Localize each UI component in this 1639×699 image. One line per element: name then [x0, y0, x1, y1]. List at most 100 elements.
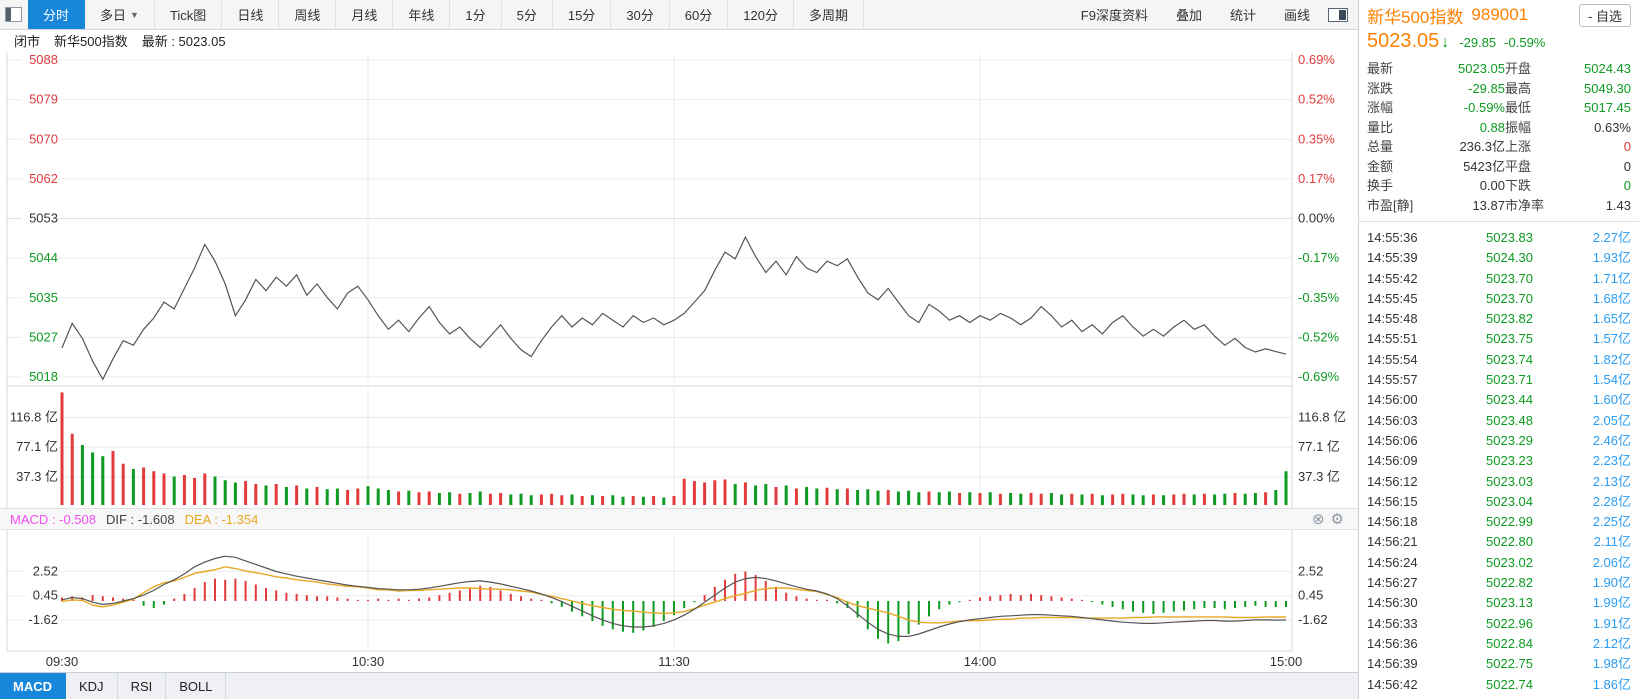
tick-time: 14:56:03 [1367, 412, 1418, 428]
tick-time: 14:55:57 [1367, 372, 1418, 388]
tick-row: 14:55:42 5023.70 1.71亿 [1367, 269, 1631, 289]
quote-field-value: 0 [1623, 178, 1631, 193]
tick-price: 5023.82 [1486, 311, 1533, 327]
svg-text:5044: 5044 [29, 250, 58, 265]
tick-volume: 2.28亿 [1592, 493, 1631, 509]
quote-field-label: 市净率 [1505, 197, 1545, 213]
period-tab-4[interactable]: 日线 [222, 0, 280, 29]
tick-price: 5023.70 [1486, 290, 1533, 306]
tick-time: 14:56:36 [1367, 635, 1418, 651]
tick-time: 14:55:36 [1367, 230, 1418, 245]
timeshare-chart[interactable]: 5088 0.69% 5079 0.52% 5070 0.35% 5062 0.17% 5053… [0, 50, 1358, 652]
toolbar-action-2[interactable]: 叠加 [1162, 0, 1216, 29]
svg-text:-0.35%: -0.35% [1298, 290, 1340, 305]
tick-price: 5023.29 [1486, 432, 1533, 448]
tick-volume: 2.11亿 [1593, 534, 1631, 550]
period-tab-14[interactable]: 多周期 [794, 0, 864, 29]
tick-time: 14:56:21 [1367, 534, 1418, 550]
period-tab-13[interactable]: 120分 [728, 0, 794, 29]
time-axis: 09:30 10:30 11:30 14:00 15:00 [0, 652, 1358, 672]
tick-time: 14:56:12 [1367, 473, 1418, 489]
tick-row: 14:56:03 5023.48 2.05亿 [1367, 411, 1631, 431]
quote-field-value: 5023.05 [1458, 61, 1505, 76]
svg-text:-0.69%: -0.69% [1298, 369, 1340, 384]
indicator-tab-boll[interactable]: BOLL [166, 673, 227, 699]
period-tab-7[interactable]: 年线 [393, 0, 451, 29]
tick-price: 5022.84 [1486, 635, 1533, 651]
svg-text:0.69%: 0.69% [1298, 52, 1335, 67]
svg-text:37.3 亿: 37.3 亿 [16, 469, 58, 484]
tick-price: 5022.82 [1486, 575, 1533, 591]
dif-value-label: DIF : -1.608 [105, 511, 175, 527]
svg-text:5070: 5070 [29, 131, 58, 146]
tick-volume: 2.13亿 [1592, 473, 1631, 489]
tick-row: 14:55:48 5023.82 1.65亿 [1367, 309, 1631, 329]
tick-price: 5023.02 [1486, 554, 1533, 570]
watchlist-remove-button[interactable]: - 自选 [1579, 3, 1631, 27]
quote-field-label: 下跌 [1505, 178, 1532, 193]
tick-price: 5023.04 [1486, 493, 1533, 509]
period-tab-1[interactable]: 分时 [28, 0, 86, 29]
period-tab-10[interactable]: 15分 [553, 0, 612, 29]
tick-time: 14:55:42 [1367, 270, 1418, 286]
period-tab-6[interactable]: 月线 [336, 0, 394, 29]
time-label: 15:00 [1269, 654, 1303, 669]
status-latest-price: 最新 : 5023.05 [141, 33, 226, 49]
tick-price: 5023.83 [1486, 230, 1533, 245]
tick-price: 5023.03 [1486, 473, 1533, 489]
tick-volume: 2.46亿 [1592, 432, 1631, 448]
close-indicator-icon[interactable]: ⊗ [1312, 511, 1325, 528]
toolbar-action-1[interactable]: F9深度资料 [1067, 0, 1162, 29]
layout-toggle-icon[interactable] [5, 7, 22, 22]
indicator-tab-rsi[interactable]: RSI [118, 673, 167, 699]
quote-field-value: 5049.30 [1584, 80, 1631, 96]
tick-volume: 1.60亿 [1592, 392, 1631, 408]
tick-time: 14:56:00 [1367, 392, 1418, 408]
chart-column: 分时 多日 ▼ Tick图 日线 周线 月线 年线 1分 5分 15分 30分 60分 120分 多周期 F… [0, 0, 1358, 699]
quote-field-value: 236.3亿 [1459, 139, 1505, 154]
period-tab-8[interactable]: 1分 [450, 0, 502, 29]
tick-row: 14:56:36 5022.84 2.12亿 [1367, 634, 1631, 654]
tick-volume: 2.12亿 [1592, 635, 1631, 651]
tick-list[interactable]: 14:55:36 5023.83 2.27亿 14:55:39 5024.30 1.93亿… [1359, 221, 1639, 699]
indicator-settings-icon[interactable]: ⚙ [1331, 511, 1344, 528]
tick-row: 14:56:18 5022.99 2.25亿 [1367, 512, 1631, 532]
tick-time: 14:55:45 [1367, 290, 1418, 306]
tick-volume: 1.93亿 [1592, 250, 1631, 266]
tick-price: 5022.80 [1486, 534, 1533, 550]
quote-field-label: 总量 [1367, 139, 1394, 154]
tick-volume: 1.65亿 [1592, 311, 1631, 327]
chart-area[interactable]: 5088 0.69% 5079 0.52% 5070 0.35% 5062 0.17% 5053… [0, 50, 1358, 672]
period-tab-9[interactable]: 5分 [502, 0, 553, 29]
tick-row: 14:55:57 5023.71 1.54亿 [1367, 370, 1631, 390]
tick-price: 5023.74 [1486, 351, 1533, 367]
trading-app: 分时 多日 ▼ Tick图 日线 周线 月线 年线 1分 5分 15分 30分 60分 120分 多周期 F… [0, 0, 1639, 699]
quote-field-label: 开盘 [1505, 61, 1532, 76]
period-tab-5[interactable]: 周线 [279, 0, 337, 29]
period-tab-2[interactable]: 多日 ▼ [85, 0, 155, 29]
tick-price: 5023.23 [1486, 453, 1533, 469]
market-status: 闭市 [14, 33, 41, 49]
panel-toggle-icon[interactable] [1328, 8, 1348, 22]
tick-time: 14:55:54 [1367, 351, 1418, 367]
quote-field-label: 上涨 [1505, 139, 1532, 154]
tick-price: 5023.71 [1486, 372, 1533, 388]
period-tab-11[interactable]: 30分 [611, 0, 670, 29]
tick-row: 14:56:06 5023.29 2.46亿 [1367, 431, 1631, 451]
tick-row: 14:56:24 5023.02 2.06亿 [1367, 553, 1631, 573]
quote-field-label: 涨幅 [1367, 100, 1394, 115]
tick-time: 14:56:39 [1367, 656, 1418, 672]
indicator-tab-kdj[interactable]: KDJ [66, 673, 118, 699]
indicator-tab-macd[interactable]: MACD [0, 673, 66, 699]
toolbar-action-3[interactable]: 统计 [1216, 0, 1270, 29]
tick-time: 14:56:30 [1367, 595, 1418, 611]
svg-text:0.35%: 0.35% [1298, 131, 1335, 146]
quote-field-value: 0.00 [1479, 178, 1505, 193]
toolbar-action-4[interactable]: 画线 [1270, 0, 1324, 29]
svg-text:5027: 5027 [29, 329, 58, 344]
period-tab-3[interactable]: Tick图 [155, 0, 223, 29]
tick-volume: 1.98亿 [1592, 656, 1631, 672]
tick-row: 14:56:21 5022.80 2.11亿 [1367, 532, 1631, 552]
period-tab-12[interactable]: 60分 [670, 0, 729, 29]
tick-row: 14:55:36 5023.83 2.27亿 [1367, 228, 1631, 248]
